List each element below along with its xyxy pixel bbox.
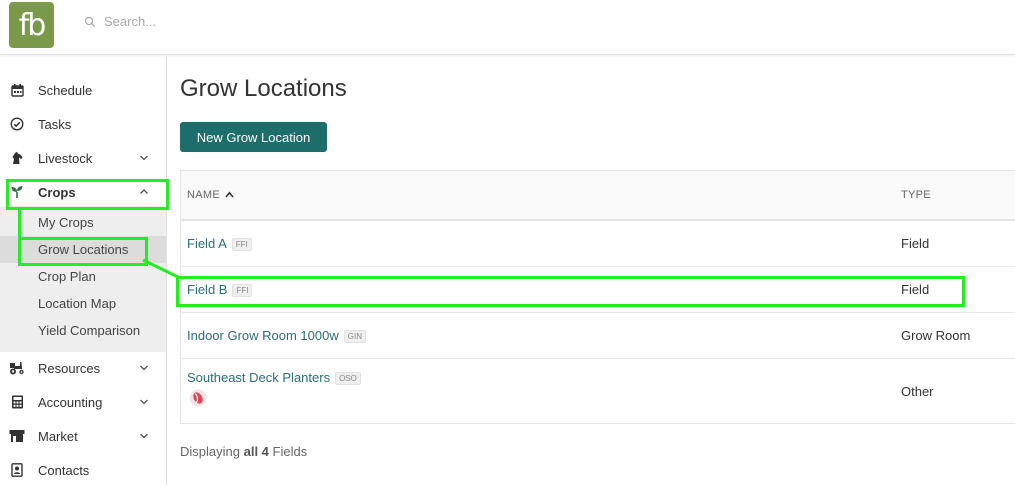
sidebar-item-label: Accounting — [38, 394, 103, 410]
location-name: Field B — [187, 282, 228, 297]
subnav-label: Crop Plan — [38, 269, 96, 284]
subnav-label: Grow Locations — [38, 242, 129, 257]
page-title: Grow Locations — [180, 75, 347, 102]
chevron-down-icon — [140, 433, 148, 439]
subnav-yield-comparison[interactable]: Yield Comparison — [0, 317, 166, 344]
location-name-link[interactable]: Field B FFI — [187, 282, 253, 298]
results-count: all 4 — [243, 444, 269, 459]
location-name: Southeast Deck Planters — [187, 370, 331, 385]
location-code-badge: FFI — [232, 284, 253, 298]
sort-ascending-icon — [225, 191, 234, 198]
chevron-down-icon — [140, 155, 148, 161]
results-suffix: Fields — [272, 444, 308, 459]
location-name: Field A — [187, 236, 227, 251]
calculator-icon — [9, 394, 25, 410]
location-type: Field — [901, 236, 930, 251]
top-header: fb — [0, 0, 1015, 55]
subnav-label: Location Map — [38, 296, 117, 311]
location-name-link[interactable]: Field A FFI — [187, 236, 252, 252]
table-row: Field B FFI Field — [181, 267, 1015, 313]
calendar-icon — [9, 82, 25, 98]
crop-thumbnail-icon[interactable] — [189, 389, 207, 407]
sidebar-item-label: Market — [38, 428, 78, 444]
sidebar-item-tasks[interactable]: Tasks — [0, 107, 167, 141]
check-circle-icon — [9, 116, 25, 132]
sidebar-item-label: Schedule — [38, 82, 93, 98]
table-row: Indoor Grow Room 1000w GIN Grow Room — [181, 313, 1015, 359]
new-grow-location-button[interactable]: New Grow Location — [180, 122, 327, 152]
location-name: Indoor Grow Room 1000w — [187, 328, 339, 343]
sidebar-item-label: Tasks — [38, 116, 72, 132]
subnav-label: Yield Comparison — [38, 323, 141, 338]
column-header-label: NAME — [187, 189, 220, 201]
sidebar-item-market[interactable]: Market — [0, 419, 167, 453]
sidebar-item-label: Crops — [38, 184, 76, 200]
sidebar-item-label: Contacts — [38, 462, 90, 478]
location-type: Field — [901, 282, 930, 297]
sidebar-item-schedule[interactable]: Schedule — [0, 73, 167, 107]
tractor-icon — [9, 360, 25, 376]
column-header-name[interactable]: NAME — [187, 189, 234, 201]
location-name-link[interactable]: Southeast Deck Planters OSO — [187, 370, 361, 386]
contact-card-icon — [9, 462, 25, 478]
table-header: NAME TYPE — [181, 171, 1015, 221]
chevron-up-icon — [140, 189, 148, 194]
location-code-badge: OSO — [335, 372, 361, 386]
sidebar-item-accounting[interactable]: Accounting — [0, 385, 167, 419]
location-code-badge: GIN — [343, 330, 366, 344]
subnav-my-crops[interactable]: My Crops — [0, 209, 166, 236]
horse-icon — [9, 150, 25, 166]
search-input[interactable] — [104, 14, 304, 29]
sidebar-item-resources[interactable]: Resources — [0, 351, 167, 385]
seedling-icon — [9, 184, 25, 200]
sidebar-item-crops[interactable]: Crops — [0, 175, 167, 209]
location-code-badge: FFI — [231, 238, 252, 252]
sidebar-item-livestock[interactable]: Livestock — [0, 141, 167, 175]
table-row: Southeast Deck Planters OSO Other — [181, 359, 1015, 423]
app-logo[interactable]: fb — [9, 2, 54, 48]
chevron-down-icon — [140, 365, 148, 371]
location-name-link[interactable]: Indoor Grow Room 1000w GIN — [187, 328, 366, 344]
location-type: Grow Room — [901, 328, 971, 343]
sidebar-item-label: Resources — [38, 360, 101, 376]
sidebar-item-contacts[interactable]: Contacts — [0, 453, 167, 485]
results-summary: Displaying all 4 Fields — [180, 444, 307, 459]
search-bar[interactable] — [84, 14, 304, 29]
subnav-location-map[interactable]: Location Map — [0, 290, 166, 317]
search-icon — [84, 16, 95, 27]
results-prefix: Displaying — [180, 444, 240, 459]
column-header-type[interactable]: TYPE — [901, 189, 931, 201]
table-row: Field A FFI Field — [181, 221, 1015, 267]
grow-locations-table: NAME TYPE Field A FFI Field Field B FFI Fi… — [180, 170, 1015, 424]
store-icon — [9, 428, 25, 444]
subnav-label: My Crops — [38, 215, 94, 230]
highlight-connector-line — [142, 258, 179, 279]
location-type: Other — [901, 384, 934, 399]
chevron-down-icon — [140, 399, 148, 405]
sidebar-item-label: Livestock — [38, 150, 93, 166]
